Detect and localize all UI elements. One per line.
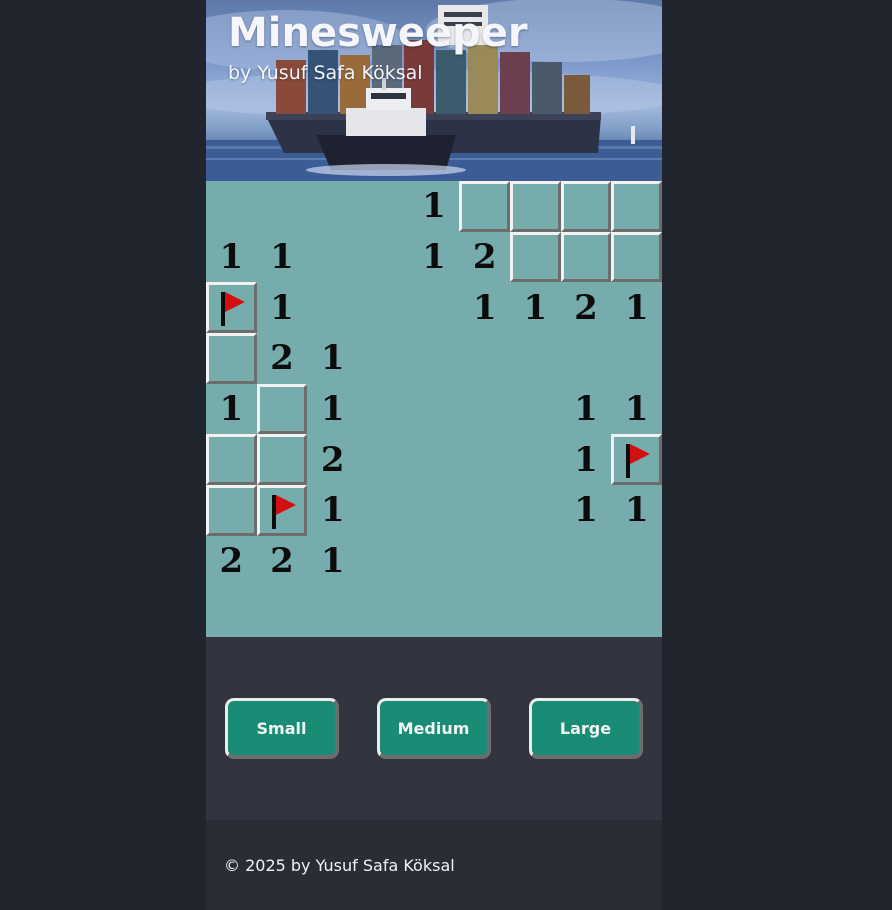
empty-cell: [307, 282, 358, 333]
covered-cell[interactable]: [206, 333, 257, 384]
empty-cell: [459, 536, 510, 587]
flagged-cell[interactable]: [611, 434, 662, 485]
empty-cell: [307, 232, 358, 283]
empty-cell: [459, 434, 510, 485]
flag-icon: [271, 495, 296, 529]
covered-cell[interactable]: [560, 231, 612, 283]
flagged-cell[interactable]: [206, 282, 257, 333]
medium-button[interactable]: Medium: [377, 698, 491, 759]
empty-cell: [206, 181, 257, 232]
empty-cell: [358, 384, 409, 435]
empty-cell: [409, 485, 460, 536]
header-banner: Minesweeper by Yusuf Safa Köksal: [206, 0, 662, 181]
empty-cell: [611, 586, 662, 637]
empty-cell: [459, 586, 510, 637]
copyright-text: © 2025 by Yusuf Safa Köksal: [224, 856, 455, 875]
number-cell: 1: [320, 540, 345, 581]
empty-cell: [510, 384, 561, 435]
number-cell: 1: [219, 388, 244, 429]
number-cell: 1: [270, 236, 294, 277]
covered-cell[interactable]: [256, 434, 308, 485]
empty-cell: [257, 586, 308, 637]
number-cell: 2: [574, 287, 598, 328]
number-cell: 2: [472, 236, 497, 277]
number-cell: 1: [624, 287, 649, 328]
flag-icon: [221, 292, 245, 327]
empty-cell: [409, 384, 460, 435]
empty-cell: [257, 181, 308, 232]
board-size-controls: Small Medium Large: [206, 637, 662, 820]
covered-cell[interactable]: [560, 181, 612, 232]
empty-cell: [409, 333, 460, 384]
number-cell: 1: [320, 338, 345, 379]
empty-cell: [409, 586, 460, 637]
number-cell: 2: [270, 540, 294, 581]
empty-cell: [358, 181, 409, 232]
empty-cell: [358, 232, 409, 283]
empty-cell: [510, 536, 561, 587]
number-cell: 2: [270, 338, 294, 379]
page-title: Minesweeper: [228, 10, 528, 56]
page-subtitle: by Yusuf Safa Köksal: [228, 62, 423, 84]
number-cell: 2: [219, 540, 244, 581]
number-cell: 1: [270, 287, 294, 328]
empty-cell: [611, 536, 662, 587]
empty-cell: [358, 536, 409, 587]
empty-cell: [358, 434, 409, 485]
covered-cell[interactable]: [611, 231, 662, 283]
empty-cell: [358, 485, 409, 536]
empty-cell: [307, 586, 358, 637]
covered-cell[interactable]: [611, 181, 662, 232]
empty-cell: [510, 586, 561, 637]
number-cell: 1: [624, 388, 649, 429]
number-cell: 1: [574, 439, 598, 480]
number-cell: 1: [320, 490, 345, 531]
large-button[interactable]: Large: [529, 698, 643, 759]
empty-cell: [206, 586, 257, 637]
covered-cell[interactable]: [206, 485, 257, 536]
number-cell: 1: [219, 236, 244, 277]
number-cell: 1: [624, 490, 649, 531]
empty-cell: [409, 282, 460, 333]
empty-cell: [358, 333, 409, 384]
covered-cell[interactable]: [510, 181, 561, 232]
empty-cell: [307, 181, 358, 232]
flagged-cell[interactable]: [256, 485, 308, 536]
empty-cell: [510, 333, 561, 384]
number-cell: 1: [422, 236, 446, 277]
empty-cell: [358, 282, 409, 333]
number-cell: 1: [472, 287, 497, 328]
number-cell: 1: [523, 287, 548, 328]
game-app: Minesweeper by Yusuf Safa Köksal 1111211…: [206, 0, 662, 910]
empty-cell: [611, 333, 662, 384]
footer: © 2025 by Yusuf Safa Köksal: [206, 820, 662, 910]
number-cell: 1: [320, 388, 345, 429]
minesweeper-board: 111121112121111121111221: [206, 181, 662, 637]
number-cell: 2: [320, 439, 345, 480]
covered-cell[interactable]: [256, 383, 308, 435]
flag-icon: [626, 444, 651, 479]
empty-cell: [459, 384, 510, 435]
number-cell: 1: [574, 388, 598, 429]
empty-cell: [510, 434, 561, 485]
empty-cell: [561, 333, 612, 384]
covered-cell[interactable]: [206, 434, 257, 485]
empty-cell: [561, 586, 612, 637]
empty-cell: [459, 485, 510, 536]
empty-cell: [409, 434, 460, 485]
empty-cell: [561, 536, 612, 587]
number-cell: 1: [422, 186, 446, 227]
small-button[interactable]: Small: [225, 698, 339, 759]
empty-cell: [409, 536, 460, 587]
covered-cell[interactable]: [510, 231, 561, 283]
empty-cell: [358, 586, 409, 637]
number-cell: 1: [574, 490, 598, 531]
covered-cell[interactable]: [459, 181, 510, 232]
empty-cell: [459, 333, 510, 384]
empty-cell: [510, 485, 561, 536]
